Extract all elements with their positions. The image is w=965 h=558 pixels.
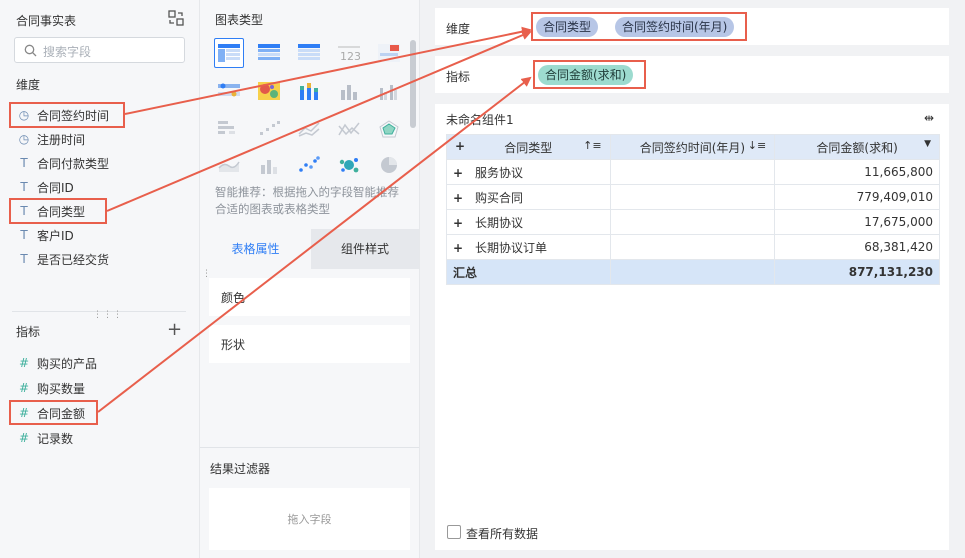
expand-row-icon[interactable]: + xyxy=(453,191,465,205)
chart-type-scrollbar[interactable] xyxy=(410,40,416,128)
sort-icon[interactable]: ↓≡ xyxy=(748,139,766,152)
chart-type-grouped-table-icon[interactable] xyxy=(254,38,284,68)
chart-type-kpi-icon[interactable]: 123 xyxy=(334,38,364,68)
data-table: + 合同类型 ↑≡ 合同签约时间(年月) ↓≡ 合同金额(求和) ▼ + 服务协议 11,… xyxy=(446,134,940,285)
chart-type-table-icon[interactable] xyxy=(214,38,244,68)
field-panel: 合同事实表 搜索字段 维度 ◷ 合同签约时间 ◷ 注册时间 T 合同付款类型 T 合同I… xyxy=(0,0,200,558)
text-type-icon: T xyxy=(20,228,28,242)
result-filter-title: 结果过滤器 xyxy=(210,462,271,476)
field-record-count[interactable]: # 记录数 xyxy=(16,428,73,448)
clock-icon: ◷ xyxy=(18,132,30,146)
field-delivered[interactable]: T 是否已经交货 xyxy=(16,249,109,269)
chart-type-column-icon[interactable] xyxy=(254,150,284,180)
number-type-icon: # xyxy=(18,356,30,370)
resize-handle-icon[interactable]: ⋮ xyxy=(202,270,211,279)
field-purchased-product[interactable]: # 购买的产品 xyxy=(16,353,97,373)
dimension-section-title: 维度 xyxy=(16,78,41,92)
field-contract-id[interactable]: T 合同ID xyxy=(16,177,73,197)
chart-type-pie-icon[interactable] xyxy=(374,150,404,180)
component-card: 未命名组件1 ⇹ + 合同类型 ↑≡ 合同签约时间(年月) ↓≡ 合同金额(求和) ▼ … xyxy=(435,104,949,550)
expand-all-icon[interactable]: + xyxy=(454,139,466,153)
chart-type-multi-line-icon[interactable] xyxy=(334,114,364,144)
chart-type-detail-table-icon[interactable] xyxy=(294,38,324,68)
search-input[interactable]: 搜索字段 xyxy=(14,37,185,63)
field-purchase-quantity[interactable]: # 购买数量 xyxy=(16,378,85,398)
chart-type-kpi-card-icon[interactable] xyxy=(374,38,404,68)
tab-component-style[interactable]: 组件样式 xyxy=(311,229,419,269)
chart-type-bubble-icon[interactable] xyxy=(334,150,364,180)
header-amount-sum[interactable]: 合同金额(求和) ▼ xyxy=(774,134,940,160)
chart-type-radar-icon[interactable] xyxy=(374,114,404,144)
filter-drop-zone[interactable]: 拖入字段 xyxy=(209,488,410,550)
chart-type-bar-icon[interactable] xyxy=(334,76,364,106)
table-row: + 长期协议 17,675,000 xyxy=(446,209,940,235)
field-register-time[interactable]: ◷ 注册时间 xyxy=(16,129,85,149)
highlight-box xyxy=(533,60,646,89)
highlight-box xyxy=(9,400,98,425)
measure-shelf[interactable]: 指标 合同金额(求和) xyxy=(435,56,949,93)
chart-type-stacked-bar-icon[interactable] xyxy=(294,76,324,106)
chart-type-area-icon[interactable] xyxy=(214,150,244,180)
table-row: + 服务协议 11,665,800 xyxy=(446,159,940,185)
search-icon xyxy=(24,44,37,57)
svg-text:123: 123 xyxy=(340,50,360,62)
dimension-shelf-label: 维度 xyxy=(446,22,471,36)
expand-row-icon[interactable]: + xyxy=(453,241,465,255)
dropdown-icon[interactable]: ▼ xyxy=(924,139,931,149)
chart-type-bubble-table-icon[interactable] xyxy=(214,76,244,106)
chart-type-heatmap-icon[interactable] xyxy=(254,76,284,106)
chart-type-scatter-icon[interactable] xyxy=(294,150,324,180)
count-type-icon: # xyxy=(18,431,30,445)
table-total-row: 汇总 877,131,230 xyxy=(446,259,940,285)
fit-width-icon[interactable]: ⇹ xyxy=(924,111,934,125)
drag-handle-icon[interactable]: ⋮⋮⋮ xyxy=(93,310,123,320)
text-type-icon: T xyxy=(20,156,28,170)
table-row: + 购买合同 779,409,010 xyxy=(446,184,940,210)
dimension-shelf[interactable]: 维度 合同类型 合同签约时间(年月) xyxy=(435,8,949,45)
chart-type-step-icon[interactable] xyxy=(254,114,284,144)
sort-icon[interactable]: ↑≡ xyxy=(583,139,601,152)
config-tabs: 表格属性 组件样式 xyxy=(200,229,419,269)
table-name: 合同事实表 xyxy=(16,14,77,28)
number-type-icon: # xyxy=(18,381,30,395)
header-contract-type[interactable]: + 合同类型 ↑≡ xyxy=(446,134,611,160)
expand-row-icon[interactable]: + xyxy=(453,166,465,180)
view-all-data-label: 查看所有数据 xyxy=(466,527,539,541)
component-title[interactable]: 未命名组件1 xyxy=(446,111,514,128)
highlight-box xyxy=(531,12,747,41)
table-row: + 长期协议订单 68,381,420 xyxy=(446,234,940,260)
chart-type-horizontal-bar-icon[interactable] xyxy=(214,114,244,144)
color-property[interactable]: 颜色 xyxy=(209,278,410,316)
tab-table-properties[interactable]: 表格属性 xyxy=(200,229,311,269)
field-payment-type[interactable]: T 合同付款类型 xyxy=(16,153,109,173)
add-measure-button[interactable]: + xyxy=(167,321,182,339)
switch-table-icon[interactable] xyxy=(168,10,184,29)
chart-config-panel: 图表类型 123 智能推荐：根据拖入的字段智能推荐合适的图表或表格类型 表格属性… xyxy=(200,0,420,558)
highlight-box xyxy=(9,102,125,128)
view-all-data-checkbox[interactable] xyxy=(447,525,461,539)
shape-property[interactable]: 形状 xyxy=(209,325,410,363)
chart-type-grouped-bar-icon[interactable] xyxy=(374,76,404,106)
field-customer-id[interactable]: T 客户ID xyxy=(16,225,73,245)
measure-shelf-label: 指标 xyxy=(446,70,471,84)
table-header-row: + 合同类型 ↑≡ 合同签约时间(年月) ↓≡ 合同金额(求和) ▼ xyxy=(446,134,940,160)
text-type-icon: T xyxy=(20,252,28,266)
highlight-box xyxy=(9,198,107,224)
header-sign-month[interactable]: 合同签约时间(年月) ↓≡ xyxy=(609,134,776,160)
chart-type-title: 图表类型 xyxy=(215,13,264,27)
expand-row-icon[interactable]: + xyxy=(453,216,465,230)
design-panel: 维度 合同类型 合同签约时间(年月) 指标 合同金额(求和) 未命名组件1 ⇹ … xyxy=(420,0,965,558)
measure-section-title: 指标 xyxy=(16,325,41,339)
smart-recommend-text: 智能推荐：根据拖入的字段智能推荐合适的图表或表格类型 xyxy=(215,185,399,216)
chart-type-line-icon[interactable] xyxy=(294,114,324,144)
text-type-icon: T xyxy=(20,180,28,194)
search-placeholder: 搜索字段 xyxy=(43,45,92,59)
